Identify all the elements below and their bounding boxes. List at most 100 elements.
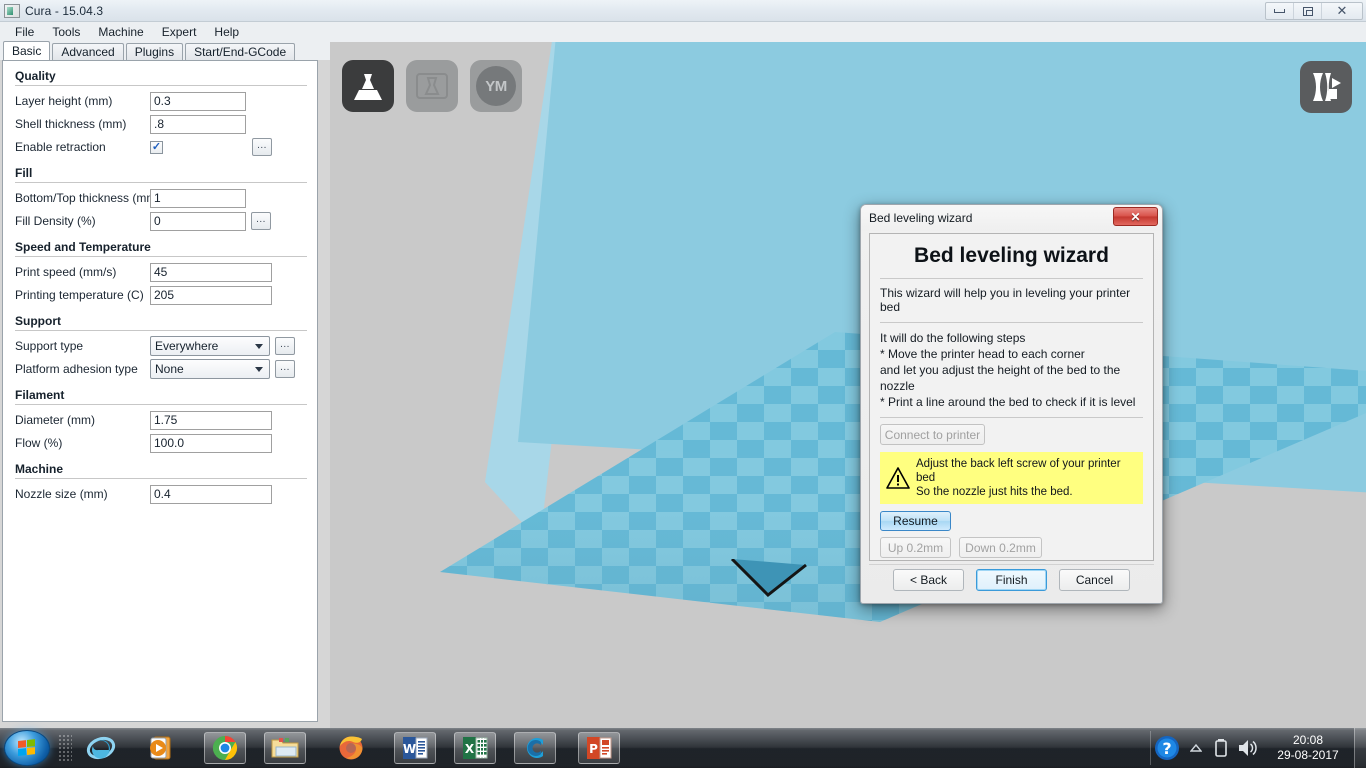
more-options-retraction-button[interactable]: ... [252, 138, 272, 156]
system-tray: ? 20:08 29-08-2017 [1150, 728, 1366, 768]
toolpath-to-sd-button[interactable] [406, 60, 458, 112]
setting-row-shell-thickness: Shell thickness (mm) .8 [15, 113, 317, 135]
setting-row-print-speed: Print speed (mm/s) 45 [15, 261, 317, 283]
dialog-content: Bed leveling wizard This wizard will hel… [869, 233, 1154, 561]
tab-start-end-gcode[interactable]: Start/End-GCode [185, 43, 296, 60]
input-nozzle-size[interactable]: 0.4 [150, 484, 272, 504]
menu-file[interactable]: File [6, 23, 43, 41]
view-mode-button[interactable] [1300, 61, 1352, 113]
mozilla-firefox-icon[interactable] [330, 732, 372, 764]
label-enable-retraction: Enable retraction [15, 140, 106, 154]
section-divider [15, 478, 307, 479]
tab-advanced[interactable]: Advanced [52, 43, 124, 60]
dropdown-support-type-value: Everywhere [155, 339, 219, 353]
connect-to-printer-button[interactable]: Connect to printer [880, 424, 985, 445]
section-title-speed-temperature: Speed and Temperature [15, 240, 151, 254]
show-desktop-button[interactable] [1354, 728, 1366, 768]
input-layer-height[interactable]: 0.3 [150, 91, 246, 111]
label-flow: Flow (%) [15, 436, 63, 450]
input-diameter[interactable]: 1.75 [150, 410, 272, 430]
load-model-button[interactable] [342, 60, 394, 112]
windows-taskbar: W X P ? 20:08 29-08-2017 [0, 728, 1366, 768]
dialog-close-button[interactable]: ✕ [1113, 207, 1158, 226]
battery-icon[interactable] [1208, 737, 1234, 759]
dialog-title: Bed leveling wizard [869, 211, 973, 225]
start-button[interactable] [4, 730, 50, 766]
wizard-step-2: * Print a line around the bed to check i… [880, 395, 1136, 409]
chevron-down-icon [255, 343, 263, 349]
jog-row-fine: Up 0.2mm Down 0.2mm [880, 537, 1143, 558]
menu-machine[interactable]: Machine [89, 23, 152, 41]
input-flow[interactable]: 100.0 [150, 433, 272, 453]
resume-button[interactable]: Resume [880, 511, 951, 531]
bed-leveling-wizard-dialog: Bed leveling wizard ✕ Bed leveling wizar… [860, 204, 1163, 604]
taskbar-clock[interactable]: 20:08 29-08-2017 [1262, 733, 1354, 763]
checkbox-enable-retraction[interactable]: ✓ [150, 140, 163, 154]
windows-media-player-icon[interactable] [140, 732, 182, 764]
build-plate-front-corner [728, 557, 808, 599]
file-explorer-icon[interactable] [264, 732, 306, 764]
settings-panel: Basic Advanced Plugins Start/End-GCode Q… [0, 41, 330, 728]
input-printing-temperature[interactable]: 205 [150, 285, 272, 305]
dropdown-platform-adhesion-type[interactable]: None [150, 359, 270, 379]
divider [880, 417, 1143, 418]
label-diameter: Diameter (mm) [15, 413, 95, 427]
show-hidden-icons-chevron-up-icon[interactable] [1184, 737, 1208, 759]
setting-row-platform-adhesion: Platform adhesion type None ... [15, 358, 317, 380]
wizard-subtitle: This wizard will help you in leveling yo… [880, 286, 1131, 314]
setting-row-support-type: Support type Everywhere ... [15, 335, 317, 357]
menu-tools[interactable]: Tools [43, 23, 89, 41]
minimize-button[interactable] [1266, 3, 1294, 19]
input-bottom-top-thickness[interactable]: 1 [150, 188, 246, 208]
input-shell-thickness[interactable]: .8 [150, 114, 246, 134]
input-print-speed[interactable]: 45 [150, 262, 272, 282]
volume-icon[interactable] [1234, 737, 1262, 759]
title-bar: Cura - 15.04.3 ✕ [0, 0, 1366, 22]
google-chrome-icon[interactable] [204, 732, 246, 764]
microsoft-excel-icon[interactable]: X [454, 732, 496, 764]
cura-app-icon [4, 3, 20, 18]
tab-basic[interactable]: Basic [3, 41, 51, 60]
setting-row-bottom-top-thickness: Bottom/Top thickness (mm) 1 [15, 187, 317, 209]
3d-viewport[interactable]: YM Bed leveling wizard ✕ Bed leveling wi… [330, 42, 1366, 728]
window-title: Cura - 15.04.3 [25, 3, 104, 18]
setting-row-diameter: Diameter (mm) 1.75 [15, 409, 317, 431]
wizard-step-1b: and let you adjust the height of the bed… [880, 363, 1121, 393]
close-button[interactable]: ✕ [1322, 3, 1362, 19]
cancel-button[interactable]: Cancel [1059, 569, 1130, 591]
clock-time: 20:08 [1292, 733, 1324, 747]
toolpath-frame-icon [416, 73, 448, 99]
more-options-platform-adhesion-button[interactable]: ... [275, 360, 295, 378]
microsoft-word-icon[interactable]: W [394, 732, 436, 764]
section-title-fill: Fill [15, 166, 33, 180]
setting-row-nozzle-size: Nozzle size (mm) 0.4 [15, 483, 317, 505]
warning-line-2: So the nozzle just hits the bed. [916, 486, 1073, 498]
input-fill-density[interactable]: 0 [150, 211, 246, 231]
back-button[interactable]: < Back [893, 569, 964, 591]
menu-expert[interactable]: Expert [153, 23, 206, 41]
microsoft-powerpoint-icon[interactable]: P [578, 732, 620, 764]
down-0.2mm-button[interactable]: Down 0.2mm [959, 537, 1042, 558]
svg-text:P: P [589, 742, 598, 756]
help-icon[interactable]: ? [1150, 736, 1184, 760]
warning-text: Adjust the back left screw of your print… [916, 457, 1139, 499]
taskbar-grip[interactable] [58, 734, 72, 762]
tab-plugins[interactable]: Plugins [125, 43, 184, 60]
finish-button[interactable]: Finish [976, 569, 1047, 591]
wizard-step-intro: It will do the following steps [880, 331, 1026, 345]
more-options-support-type-button[interactable]: ... [275, 337, 295, 355]
view-mode-icon [1313, 73, 1341, 101]
youmagine-share-button[interactable]: YM [470, 60, 522, 112]
dropdown-support-type[interactable]: Everywhere [150, 336, 270, 356]
menu-help[interactable]: Help [205, 23, 248, 41]
label-print-speed: Print speed (mm/s) [15, 265, 117, 279]
more-options-fill-density-button[interactable]: ... [251, 212, 271, 230]
cura-icon[interactable] [514, 732, 556, 764]
maximize-button[interactable] [1294, 3, 1322, 19]
up-0.2mm-button[interactable]: Up 0.2mm [880, 537, 951, 558]
warning-line-1: Adjust the back left screw of your print… [916, 458, 1121, 484]
divider [880, 278, 1143, 279]
internet-explorer-icon[interactable] [80, 732, 122, 764]
clock-date: 29-08-2017 [1277, 748, 1339, 762]
warning-triangle-icon [886, 467, 910, 489]
